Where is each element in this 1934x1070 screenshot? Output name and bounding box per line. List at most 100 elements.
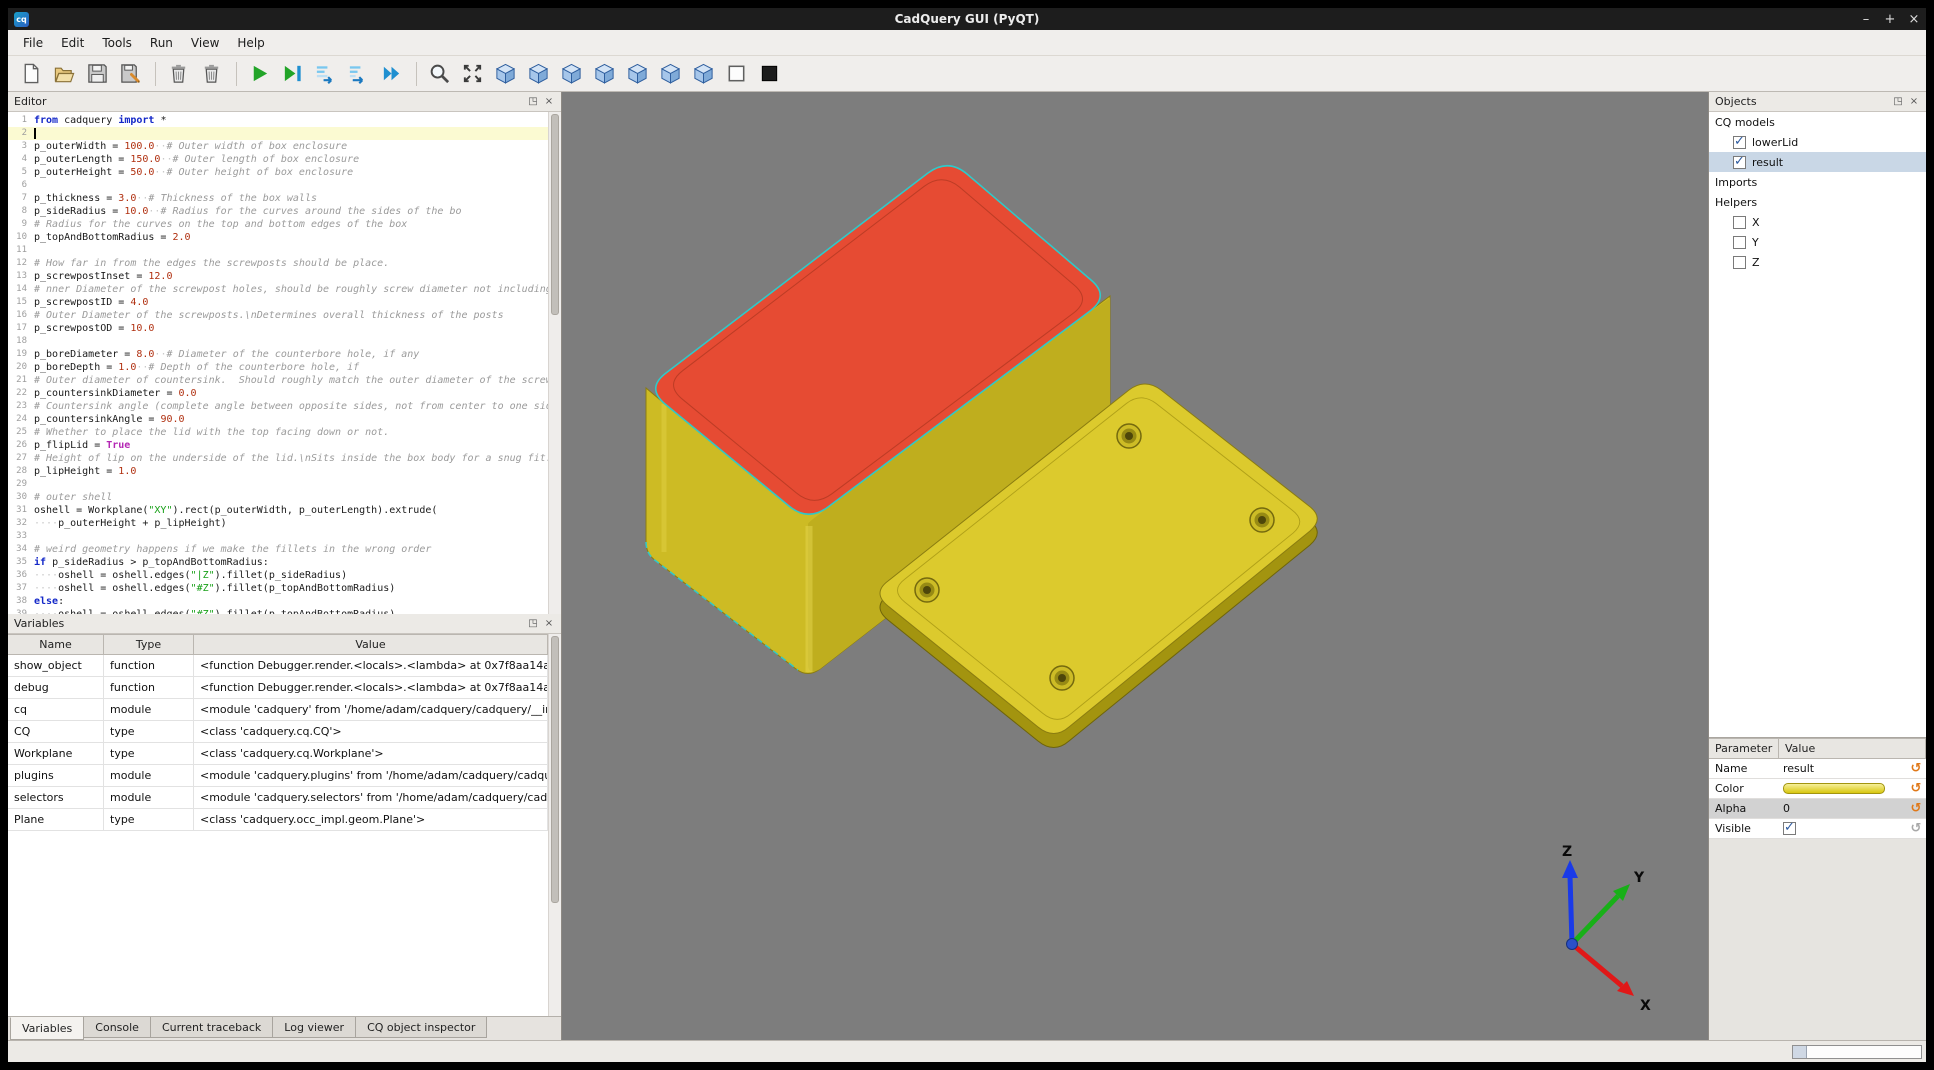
code-line[interactable]: 18 [8,335,548,348]
code-line[interactable]: 38else: [8,595,548,608]
code-area[interactable]: 1from cadquery import *23p_outerWidth = … [8,114,548,614]
wireframe-view-icon[interactable] [721,59,751,89]
editor-body[interactable]: 1from cadquery import *23p_outerWidth = … [8,112,561,614]
editor-scrollbar[interactable] [548,112,561,614]
menu-item-help[interactable]: Help [228,33,273,53]
debug-icon[interactable] [277,59,307,89]
code-line[interactable]: 1from cadquery import * [8,114,548,127]
code-line[interactable]: 24p_countersinkAngle = 90.0 [8,413,548,426]
tab-log-viewer[interactable]: Log viewer [272,1017,356,1038]
param-value[interactable] [1779,783,1906,794]
checkbox[interactable] [1733,236,1746,249]
step-next-icon[interactable] [343,59,373,89]
code-line[interactable]: 13p_screwpostInset = 12.0 [8,270,548,283]
maximize-button[interactable]: + [1878,12,1902,27]
minimize-button[interactable]: – [1854,12,1878,27]
fit-view-icon[interactable] [457,59,487,89]
reset-value-icon[interactable]: ↺ [1906,801,1926,816]
code-line[interactable]: 26p_flipLid = True [8,439,548,452]
tree-group-cq-models[interactable]: CQ models [1709,112,1926,132]
title-bar[interactable]: cq CadQuery GUI (PyQT) – + × [8,8,1926,30]
bottom-view-icon[interactable] [688,59,718,89]
code-line[interactable]: 16# Outer Diameter of the screwposts.\nD… [8,309,548,322]
tab-console[interactable]: Console [83,1017,151,1038]
tree-item-x[interactable]: X [1709,212,1926,232]
code-line[interactable]: 3p_outerWidth = 100.0··# Outer width of … [8,140,548,153]
code-line[interactable]: 30# outer shell [8,491,548,504]
menu-item-run[interactable]: Run [141,33,182,53]
column-header-value[interactable]: Value [194,634,548,655]
reset-value-icon[interactable]: ↺ [1906,761,1926,776]
code-line[interactable]: 23# Countersink angle (complete angle be… [8,400,548,413]
color-swatch[interactable] [1783,783,1885,794]
param-value[interactable]: 0 [1779,802,1906,815]
menu-item-file[interactable]: File [14,33,52,53]
tab-current-traceback[interactable]: Current traceback [150,1017,273,1038]
checkbox[interactable] [1733,136,1746,149]
checkbox[interactable] [1733,216,1746,229]
code-line[interactable]: 21# Outer diameter of countersink. Shoul… [8,374,548,387]
tree-item-z[interactable]: Z [1709,252,1926,272]
code-line[interactable]: 8p_sideRadius = 10.0··# Radius for the c… [8,205,548,218]
step-icon[interactable] [310,59,340,89]
code-line[interactable]: 22p_countersinkDiameter = 0.0 [8,387,548,400]
open-script-icon[interactable] [49,59,79,89]
code-line[interactable]: 4p_outerLength = 150.0··# Outer length o… [8,153,548,166]
code-line[interactable]: 33 [8,530,548,543]
menu-item-tools[interactable]: Tools [93,33,141,53]
code-line[interactable]: 28p_lipHeight = 1.0 [8,465,548,478]
code-line[interactable]: 29 [8,478,548,491]
code-line[interactable]: 32····p_outerHeight + p_lipHeight) [8,517,548,530]
continue-icon[interactable] [376,59,406,89]
float-panel-icon[interactable]: ◳ [525,94,541,109]
code-line[interactable]: 12# How far in from the edges the screwp… [8,257,548,270]
viewport-canvas[interactable]: Z Y X [562,92,1708,1040]
reset-value-icon[interactable]: ↺ [1906,821,1926,836]
code-line[interactable]: 20p_boreDepth = 1.0··# Depth of the coun… [8,361,548,374]
code-line[interactable]: 9# Radius for the curves on the top and … [8,218,548,231]
param-value[interactable]: result [1779,762,1906,775]
top-view-icon[interactable] [655,59,685,89]
checkbox[interactable] [1733,156,1746,169]
code-line[interactable]: 25# Whether to place the lid with the to… [8,426,548,439]
table-row[interactable]: pluginsmodule<module 'cadquery.plugins' … [8,765,548,787]
back-view-icon[interactable] [556,59,586,89]
tab-cq-object-inspector[interactable]: CQ object inspector [355,1017,487,1038]
new-script-icon[interactable] [16,59,46,89]
table-row[interactable]: debugfunction<function Debugger.render.<… [8,677,548,699]
code-line[interactable]: 31oshell = Workplane("XY").rect(p_outerW… [8,504,548,517]
table-row[interactable]: cqmodule<module 'cadquery' from '/home/a… [8,699,548,721]
tree-group-imports[interactable]: Imports [1709,172,1926,192]
column-header-value[interactable]: Value [1779,738,1926,759]
clear-objects-icon[interactable] [163,59,193,89]
save-script-icon[interactable] [82,59,112,89]
code-line[interactable]: 27# Height of lip on the underside of th… [8,452,548,465]
front-view-icon[interactable] [523,59,553,89]
left-view-icon[interactable] [589,59,619,89]
variables-scrollbar[interactable] [548,634,561,1016]
param-value[interactable] [1779,822,1906,835]
code-line[interactable]: 2 [8,127,548,140]
close-panel-icon[interactable]: × [541,94,557,109]
code-line[interactable]: 37····oshell = oshell.edges("#Z").fillet… [8,582,548,595]
table-row[interactable]: Planetype<class 'cadquery.occ_impl.geom.… [8,809,548,831]
reset-value-icon[interactable]: ↺ [1906,781,1926,796]
checkbox[interactable] [1733,256,1746,269]
render-icon[interactable] [244,59,274,89]
table-row[interactable]: selectorsmodule<module 'cadquery.selecto… [8,787,548,809]
variables-scrollbar-thumb[interactable] [551,636,559,903]
menu-item-view[interactable]: View [182,33,228,53]
table-row[interactable]: show_objectfunction<function Debugger.re… [8,655,548,677]
save-as-script-icon[interactable] [115,59,145,89]
zoom-icon[interactable] [424,59,454,89]
code-line[interactable]: 15p_screwpostID = 4.0 [8,296,548,309]
float-panel-icon[interactable]: ◳ [1890,94,1906,109]
code-line[interactable]: 11 [8,244,548,257]
tree-item-y[interactable]: Y [1709,232,1926,252]
close-panel-icon[interactable]: × [541,616,557,631]
code-line[interactable]: 5p_outerHeight = 50.0··# Outer height of… [8,166,548,179]
tree-group-helpers[interactable]: Helpers [1709,192,1926,212]
delete-object-icon[interactable] [196,59,226,89]
menu-item-edit[interactable]: Edit [52,33,93,53]
editor-scrollbar-thumb[interactable] [551,114,559,315]
